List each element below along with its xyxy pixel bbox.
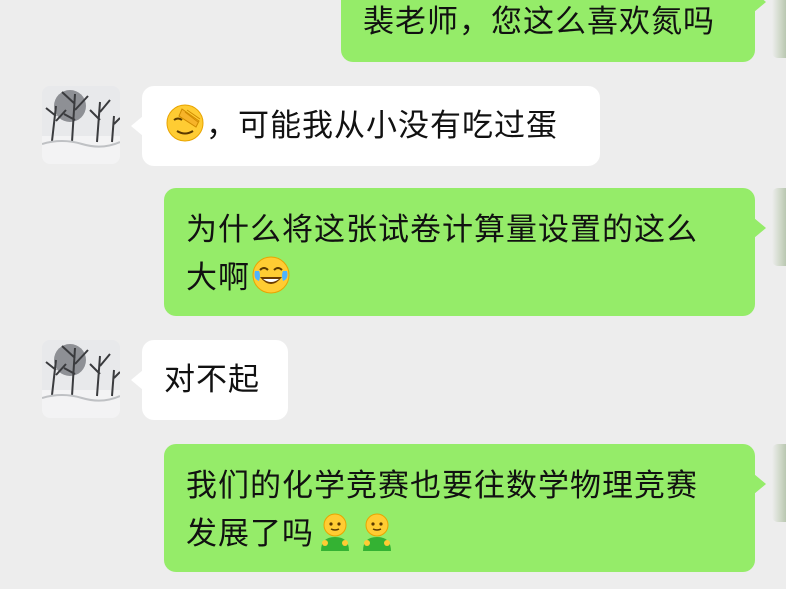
snowy-tree-avatar-icon <box>42 86 120 164</box>
message-text-line-2: 发展了吗 <box>186 516 314 552</box>
my-avatar-partial[interactable] <box>772 444 786 522</box>
incoming-message-4[interactable]: 对不起 <box>131 340 288 420</box>
green-person-emoji-icon <box>357 511 397 551</box>
incoming-message-2[interactable]: ，可能我从小没有吃过蛋 <box>131 86 600 166</box>
message-text-line-2: 大啊 <box>186 260 250 296</box>
message-text: ，可能我从小没有吃过蛋 <box>206 108 558 144</box>
contact-avatar[interactable] <box>42 340 120 418</box>
message-text-line-2-row: 大啊 <box>186 254 755 302</box>
my-avatar-partial[interactable] <box>772 188 786 266</box>
snowy-tree-avatar-icon <box>42 340 120 418</box>
my-avatar-partial[interactable] <box>772 0 786 58</box>
outgoing-message-5[interactable]: 我们的化学竞赛也要往数学物理竞赛 发展了吗 <box>164 444 766 572</box>
message-text-line-1: 我们的化学竞赛也要往数学物理竞赛 <box>186 468 698 504</box>
message-text: 裴老师，您这么喜欢氮吗 <box>363 4 715 40</box>
green-person-emoji-icon <box>315 511 355 551</box>
tears-of-joy-emoji-icon <box>251 255 291 295</box>
message-text-line-1: 为什么将这张试卷计算量设置的这么 <box>186 212 698 248</box>
contact-avatar[interactable] <box>42 86 120 164</box>
message-text-line-2-row: 发展了吗 <box>186 510 755 558</box>
chat-area[interactable]: 裴老师，您这么喜欢氮吗 ，可能我从小没有吃过蛋 为什么将这张试卷计算量设置的这么… <box>0 0 786 589</box>
outgoing-message-1[interactable]: 裴老师，您这么喜欢氮吗 <box>341 0 766 62</box>
message-text: 对不起 <box>164 362 260 398</box>
facepalm-emoji-icon <box>165 103 205 143</box>
outgoing-message-3[interactable]: 为什么将这张试卷计算量设置的这么 大啊 <box>164 188 766 316</box>
